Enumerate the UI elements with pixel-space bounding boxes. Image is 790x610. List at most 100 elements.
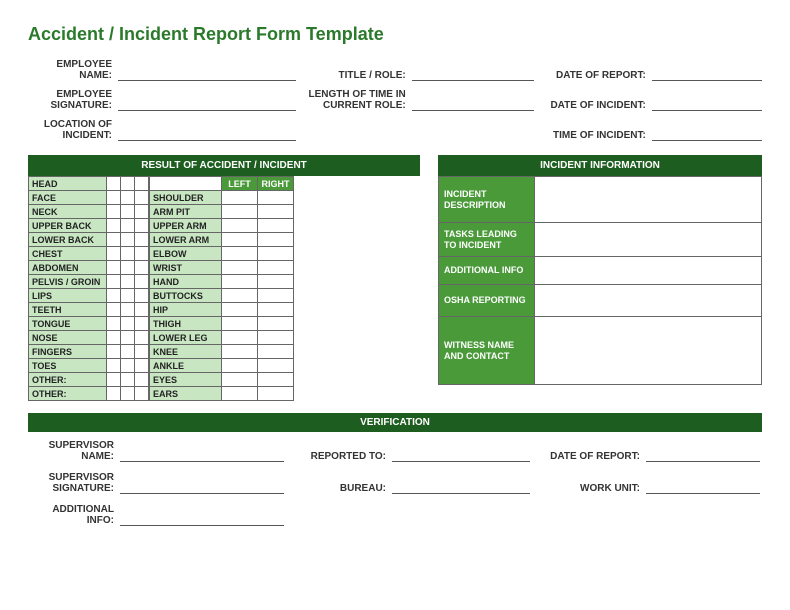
field-date-of-incident[interactable] xyxy=(652,98,762,111)
field-supervisor-name[interactable] xyxy=(120,449,284,462)
field-reported-to[interactable] xyxy=(392,449,530,462)
field-employee-name[interactable] xyxy=(118,68,296,81)
body-part-check[interactable] xyxy=(121,317,135,331)
body-part-right-check[interactable] xyxy=(258,331,294,345)
field-witness[interactable] xyxy=(535,317,762,385)
body-part-check[interactable] xyxy=(107,177,121,191)
body-part-check[interactable] xyxy=(135,275,149,289)
body-part-right-check[interactable] xyxy=(258,387,294,401)
body-part-check[interactable] xyxy=(135,191,149,205)
body-part-check[interactable] xyxy=(121,261,135,275)
body-part-check[interactable] xyxy=(135,331,149,345)
field-date-of-report[interactable] xyxy=(652,68,762,81)
body-part-right-check[interactable] xyxy=(258,247,294,261)
body-part-check[interactable] xyxy=(121,303,135,317)
field-title-role[interactable] xyxy=(412,68,534,81)
body-part-left-check[interactable] xyxy=(222,247,258,261)
body-part-left-check[interactable] xyxy=(222,289,258,303)
body-part-left-check[interactable] xyxy=(222,261,258,275)
field-osha-reporting[interactable] xyxy=(535,285,762,317)
body-part-check[interactable] xyxy=(135,373,149,387)
body-part-right-check[interactable] xyxy=(258,289,294,303)
body-part-right-check[interactable] xyxy=(258,191,294,205)
body-part-check[interactable] xyxy=(121,289,135,303)
field-incident-description[interactable] xyxy=(535,177,762,223)
field-tasks-leading[interactable] xyxy=(535,223,762,257)
body-part-check[interactable] xyxy=(121,345,135,359)
field-location-of-incident[interactable] xyxy=(118,128,296,141)
body-part-label: BUTTOCKS xyxy=(150,289,222,303)
body-part-check[interactable] xyxy=(121,275,135,289)
field-verify-date-of-report[interactable] xyxy=(646,449,760,462)
body-part-left-check[interactable] xyxy=(222,317,258,331)
body-part-check[interactable] xyxy=(107,261,121,275)
body-part-left-check[interactable] xyxy=(222,359,258,373)
body-part-check[interactable] xyxy=(107,373,121,387)
body-part-check[interactable] xyxy=(107,191,121,205)
body-part-check[interactable] xyxy=(135,387,149,401)
body-part-check[interactable] xyxy=(121,191,135,205)
body-part-check[interactable] xyxy=(121,387,135,401)
body-part-check[interactable] xyxy=(121,331,135,345)
body-part-check[interactable] xyxy=(107,331,121,345)
body-part-check[interactable] xyxy=(107,275,121,289)
field-additional-info[interactable] xyxy=(535,257,762,285)
field-verify-additional-info[interactable] xyxy=(120,513,284,526)
body-part-right-check[interactable] xyxy=(258,345,294,359)
body-part-check[interactable] xyxy=(135,303,149,317)
body-part-check[interactable] xyxy=(135,205,149,219)
body-part-check[interactable] xyxy=(107,289,121,303)
body-part-right-check[interactable] xyxy=(258,317,294,331)
body-part-right-check[interactable] xyxy=(258,359,294,373)
body-part-right-check[interactable] xyxy=(258,205,294,219)
body-part-right-check[interactable] xyxy=(258,219,294,233)
body-part-check[interactable] xyxy=(121,177,135,191)
body-part-check[interactable] xyxy=(107,387,121,401)
body-part-check[interactable] xyxy=(107,233,121,247)
body-part-right-check[interactable] xyxy=(258,275,294,289)
body-part-left-check[interactable] xyxy=(222,275,258,289)
body-part-check[interactable] xyxy=(107,205,121,219)
body-part-check[interactable] xyxy=(121,359,135,373)
body-part-check[interactable] xyxy=(121,219,135,233)
field-work-unit[interactable] xyxy=(646,481,760,494)
body-part-check[interactable] xyxy=(121,247,135,261)
body-part-check[interactable] xyxy=(135,219,149,233)
field-supervisor-signature[interactable] xyxy=(120,481,284,494)
body-part-left-check[interactable] xyxy=(222,205,258,219)
body-part-right-check[interactable] xyxy=(258,373,294,387)
body-part-left-check[interactable] xyxy=(222,191,258,205)
body-part-label: LOWER ARM xyxy=(150,233,222,247)
body-part-check[interactable] xyxy=(107,359,121,373)
body-part-check[interactable] xyxy=(121,233,135,247)
body-part-right-check[interactable] xyxy=(258,303,294,317)
body-part-left-check[interactable] xyxy=(222,233,258,247)
body-part-right-check[interactable] xyxy=(258,233,294,247)
body-part-check[interactable] xyxy=(135,359,149,373)
body-part-right-check[interactable] xyxy=(258,261,294,275)
body-part-check[interactable] xyxy=(135,261,149,275)
body-part-left-check[interactable] xyxy=(222,303,258,317)
body-part-left-check[interactable] xyxy=(222,373,258,387)
field-employee-signature[interactable] xyxy=(118,98,296,111)
body-part-check[interactable] xyxy=(135,177,149,191)
body-part-check[interactable] xyxy=(107,247,121,261)
body-part-check[interactable] xyxy=(107,317,121,331)
body-part-left-check[interactable] xyxy=(222,387,258,401)
field-time-of-incident[interactable] xyxy=(652,128,762,141)
body-part-check[interactable] xyxy=(135,317,149,331)
body-part-check[interactable] xyxy=(107,345,121,359)
body-part-check[interactable] xyxy=(121,373,135,387)
body-part-check[interactable] xyxy=(135,233,149,247)
body-part-check[interactable] xyxy=(135,247,149,261)
field-length-in-role[interactable] xyxy=(412,98,534,111)
body-part-check[interactable] xyxy=(135,289,149,303)
body-part-check[interactable] xyxy=(121,205,135,219)
body-part-check[interactable] xyxy=(135,345,149,359)
field-bureau[interactable] xyxy=(392,481,530,494)
body-part-left-check[interactable] xyxy=(222,331,258,345)
body-part-check[interactable] xyxy=(107,219,121,233)
body-part-left-check[interactable] xyxy=(222,219,258,233)
body-part-left-check[interactable] xyxy=(222,345,258,359)
body-part-check[interactable] xyxy=(107,303,121,317)
